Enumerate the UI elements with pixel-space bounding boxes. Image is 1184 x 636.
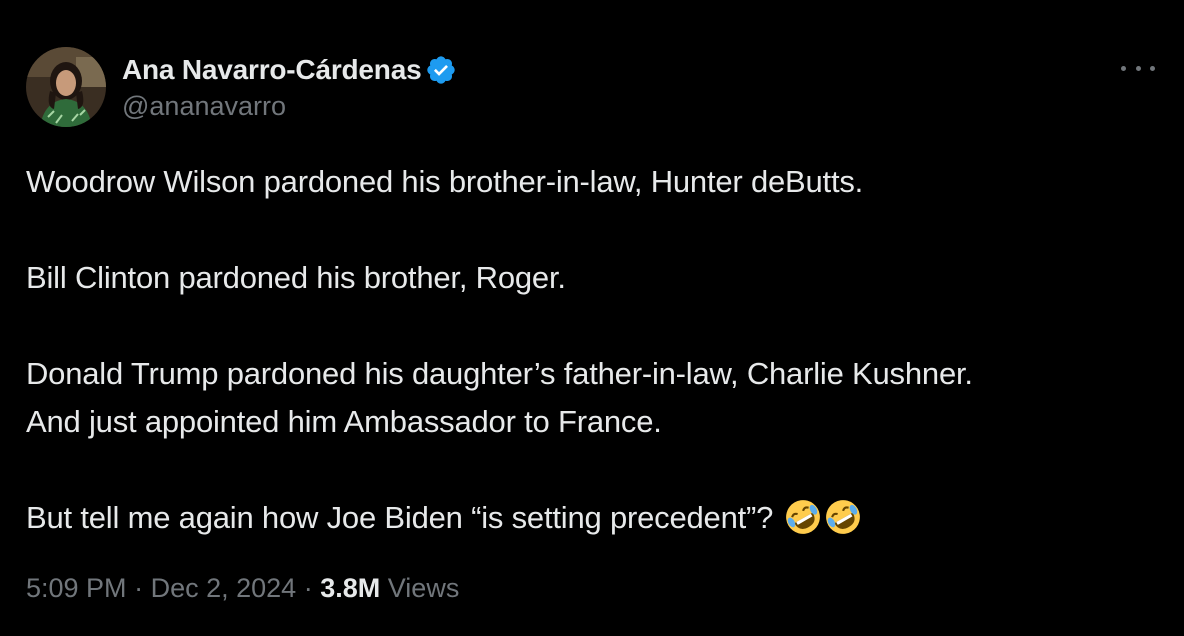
author-info: Ana Navarro-Cárdenas @ananavarro xyxy=(122,47,457,122)
name-row: Ana Navarro-Cárdenas xyxy=(122,53,457,87)
tweet-line: Bill Clinton pardoned his brother, Roger… xyxy=(26,260,566,295)
rolling-on-floor-laughing-emoji-icon xyxy=(824,498,862,536)
meta-separator: · xyxy=(134,573,144,603)
verified-badge-icon[interactable] xyxy=(425,54,457,86)
dot xyxy=(1150,65,1155,71)
views-label: Views xyxy=(387,573,460,603)
tweet-line: But tell me again how Joe Biden “is sett… xyxy=(26,500,774,535)
dot xyxy=(1135,65,1141,71)
dot xyxy=(1121,65,1126,71)
views-count[interactable]: 3.8M xyxy=(320,573,380,603)
avatar[interactable] xyxy=(26,47,106,127)
avatar-image xyxy=(26,47,106,127)
tweet-line: And just appointed him Ambassador to Fra… xyxy=(26,404,662,439)
tweet-meta: 5:09 PM · Dec 2, 2024 · 3.8M Views xyxy=(26,573,459,604)
tweet-card: Ana Navarro-Cárdenas @ananavarro Woodrow… xyxy=(0,0,1184,636)
tweet-date[interactable]: Dec 2, 2024 xyxy=(151,573,297,603)
rolling-on-floor-laughing-emoji-icon xyxy=(784,498,822,536)
tweet-time[interactable]: 5:09 PM xyxy=(26,573,127,603)
author-display-name[interactable]: Ana Navarro-Cárdenas xyxy=(122,54,422,86)
more-horizontal-icon[interactable] xyxy=(1121,58,1155,78)
tweet-header: Ana Navarro-Cárdenas @ananavarro xyxy=(26,47,457,127)
tweet-text: Woodrow Wilson pardoned his brother-in-l… xyxy=(26,158,1156,542)
tweet-last-line: But tell me again how Joe Biden “is sett… xyxy=(26,494,1156,542)
author-handle[interactable]: @ananavarro xyxy=(122,91,457,122)
tweet-line: Woodrow Wilson pardoned his brother-in-l… xyxy=(26,164,864,199)
tweet-line: Donald Trump pardoned his daughter’s fat… xyxy=(26,356,973,391)
meta-separator: · xyxy=(303,573,313,603)
